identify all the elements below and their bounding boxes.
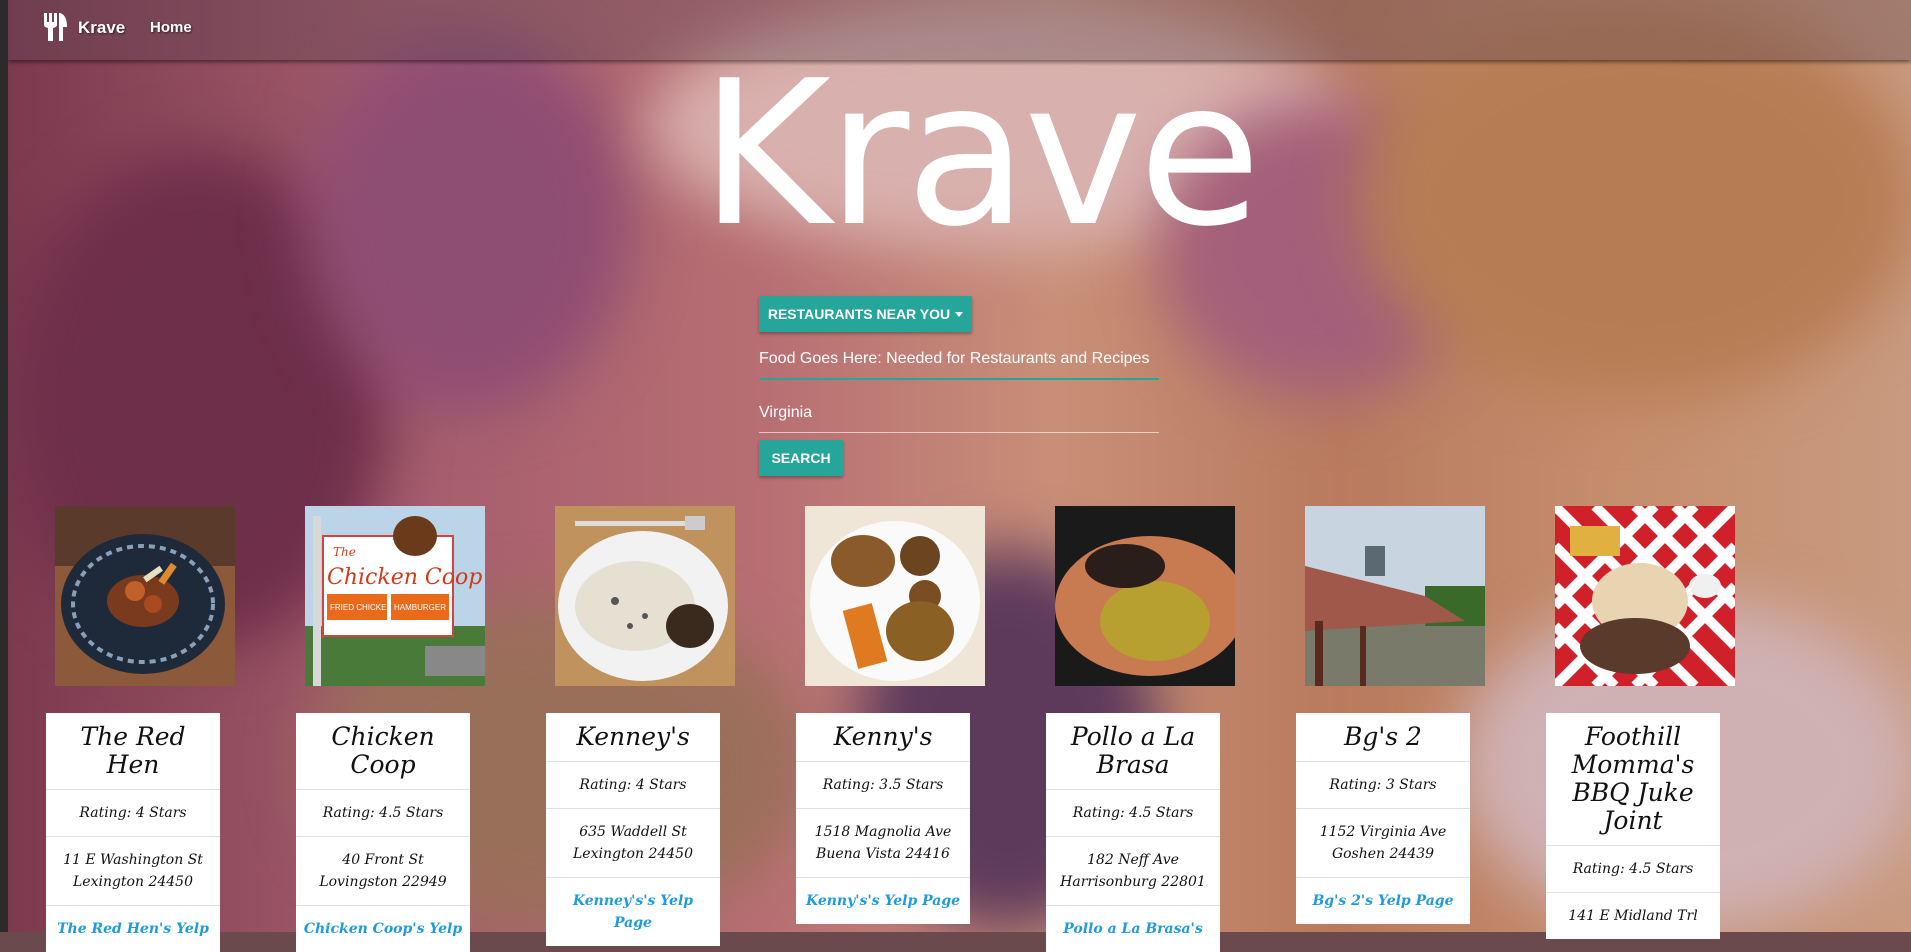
restaurant-photo[interactable] (805, 506, 985, 686)
restaurant-address: 635 Waddell St Lexington 24450 (546, 808, 720, 877)
address-line: Buena Vista 24416 (816, 846, 950, 862)
restaurant-address: 11 E Washington St Lexington 24450 (46, 836, 220, 905)
yelp-link[interactable]: Bg's 2's Yelp Page (1296, 877, 1470, 924)
restaurant-photo[interactable] (1305, 506, 1485, 686)
restaurant-card: Foothill Momma's BBQ Juke Joint Rating: … (1546, 713, 1720, 939)
yelp-link[interactable]: Kenney's's Yelp Page (546, 877, 720, 946)
dropdown-label: RESTAURANTS NEAR YOU (767, 306, 951, 322)
address-line: Goshen 24439 (1331, 846, 1435, 862)
restaurant-rating: Rating: 4.5 Stars (296, 789, 470, 836)
restaurant-rating: Rating: 4 Stars (46, 789, 220, 836)
restaurant-rating: Rating: 4.5 Stars (1546, 845, 1720, 892)
restaurant-card: Bg's 2 Rating: 3 Stars 1152 Virginia Ave… (1296, 713, 1470, 924)
address-line: 182 Neff Ave (1087, 852, 1179, 868)
sign-text: HAMBURGER (394, 603, 446, 612)
yelp-link[interactable]: Pollo a La Brasa's (1046, 905, 1220, 952)
hero-title: Krave (700, 38, 1261, 271)
address-line: 1152 Virginia Ave (1319, 824, 1447, 840)
restaurant-address: 1152 Virginia Ave Goshen 24439 (1296, 808, 1470, 877)
sign-text: FRIED CHICKEN (330, 603, 392, 612)
restaurant-name: Pollo a La Brasa (1070, 722, 1196, 779)
restaurant-address: 182 Neff Ave Harrisonburg 22801 (1046, 836, 1220, 905)
address-line: 141 E Midland Trl (1568, 908, 1698, 924)
address-line: Lexington 24450 (73, 874, 193, 890)
restaurant-card: Chicken Coop Rating: 4.5 Stars 40 Front … (296, 713, 470, 952)
caret-down-icon (955, 311, 964, 317)
address-line: 1518 Magnolia Ave (814, 824, 952, 840)
restaurant-photo[interactable]: The Chicken Coop FRIED CHICKEN HAMBURGER (305, 506, 485, 686)
address-line: Harrisonburg 22801 (1060, 874, 1206, 890)
restaurant-card: Kenny's Rating: 3.5 Stars 1518 Magnolia … (796, 713, 970, 924)
restaurant-name: Foothill Momma's BBQ Juke Joint (1571, 722, 1695, 835)
address-line: 11 E Washington St (63, 852, 203, 868)
restaurant-address: 40 Front St Lovingston 22949 (296, 836, 470, 905)
address-line: Lovingston 22949 (319, 874, 447, 890)
restaurant-rating: Rating: 4 Stars (546, 761, 720, 808)
window-edge (0, 0, 8, 932)
restaurant-card: Pollo a La Brasa Rating: 4.5 Stars 182 N… (1046, 713, 1220, 952)
search-button[interactable]: SEARCH (759, 440, 843, 476)
restaurant-photo[interactable] (1555, 506, 1735, 686)
restaurant-rating: Rating: 3.5 Stars (796, 761, 970, 808)
restaurant-name: Chicken Coop (331, 722, 435, 779)
restaurant-card: Kenney's Rating: 4 Stars 635 Waddell St … (546, 713, 720, 946)
navbar: Krave Home (8, 0, 1911, 60)
address-line: 635 Waddell St (579, 824, 687, 840)
restaurant-rating: Rating: 4.5 Stars (1046, 789, 1220, 836)
yelp-link[interactable]: Kenny's's Yelp Page (796, 877, 970, 924)
restaurant-rating: Rating: 3 Stars (1296, 761, 1470, 808)
yelp-link[interactable]: The Red Hen's Yelp (46, 905, 220, 952)
restaurant-name: Bg's 2 (1344, 722, 1422, 751)
location-input[interactable] (759, 394, 1159, 433)
food-search-input[interactable] (759, 340, 1159, 380)
address-line: Lexington 24450 (573, 846, 693, 862)
restaurant-name: Kenny's (833, 722, 933, 751)
restaurant-photo[interactable] (555, 506, 735, 686)
restaurants-dropdown-button[interactable]: RESTAURANTS NEAR YOU (759, 296, 972, 332)
restaurant-card: The Red Hen Rating: 4 Stars 11 E Washing… (46, 713, 220, 952)
sign-text: Chicken Coop (327, 565, 482, 590)
home-link[interactable]: Home (150, 19, 192, 36)
sign-text: The (333, 545, 356, 559)
restaurant-address: 1518 Magnolia Ave Buena Vista 24416 (796, 808, 970, 877)
restaurant-photo[interactable] (55, 506, 235, 686)
restaurant-photo[interactable] (1055, 506, 1235, 686)
restaurant-name: The Red Hen (80, 722, 186, 779)
address-line: 40 Front St (342, 852, 424, 868)
restaurant-name: Kenney's (576, 722, 690, 751)
yelp-link[interactable]: Chicken Coop's Yelp (296, 905, 470, 952)
brand-link[interactable]: Krave (78, 18, 125, 38)
restaurant-icon[interactable] (42, 13, 68, 41)
